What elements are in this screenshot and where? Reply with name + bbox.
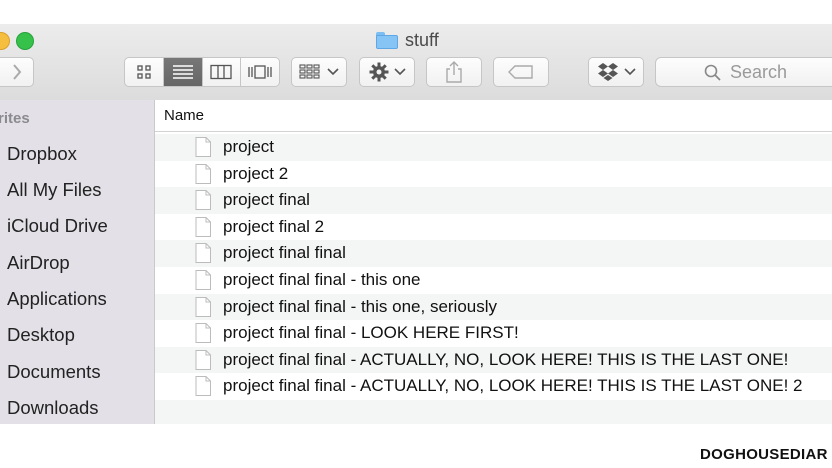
file-name: project final final - this one (223, 270, 421, 289)
file-row[interactable]: project final 2 (155, 214, 832, 241)
dropbox-icon (597, 63, 618, 81)
sidebar: rites Dropbox All My Files iCloud Drive … (0, 100, 155, 424)
sidebar-item-documents[interactable]: Documents (7, 361, 101, 383)
empty-row (155, 400, 832, 424)
chevron-down-icon (393, 68, 406, 76)
gear-icon (369, 62, 388, 82)
file-list: Name project project 2 project final pro… (155, 100, 832, 424)
document-icon (195, 296, 211, 317)
dropbox-button[interactable] (588, 57, 644, 87)
forward-button[interactable] (0, 57, 34, 87)
search-icon (704, 64, 721, 81)
share-button[interactable] (426, 57, 482, 87)
tag-icon (508, 65, 533, 79)
share-icon (446, 61, 462, 83)
file-name: project final (223, 190, 310, 210)
file-row[interactable]: project final final (155, 240, 832, 267)
arrange-grid-icon (299, 64, 320, 79)
file-name: project final final - this one, seriousl… (223, 296, 498, 316)
list-lines-icon (172, 65, 193, 79)
file-name: project final 2 (223, 216, 325, 236)
document-icon (195, 323, 211, 344)
watermark: DOGHOUSEDIAR (700, 446, 828, 463)
sidebar-item-downloads[interactable]: Downloads (7, 397, 99, 419)
document-icon (195, 349, 211, 370)
icon-view-button[interactable] (125, 58, 164, 86)
file-name: project final final - ACTUALLY, NO, LOOK… (223, 376, 803, 396)
sidebar-item-airdrop[interactable]: AirDrop (7, 252, 70, 274)
search-placeholder: Search (730, 62, 788, 82)
chevron-right-icon (13, 64, 22, 80)
tag-button[interactable] (493, 57, 549, 87)
coverflow-view-button[interactable] (241, 58, 279, 86)
sidebar-item-applications[interactable]: Applications (7, 288, 107, 310)
list-view-button[interactable] (163, 58, 203, 86)
sidebar-section-favorites: rites (0, 110, 30, 127)
arrange-button[interactable] (291, 57, 347, 87)
file-row[interactable]: project final final - this one (155, 267, 832, 294)
chevron-down-icon (327, 68, 339, 76)
file-row[interactable]: project final final - ACTUALLY, NO, LOOK… (155, 346, 832, 374)
document-icon (195, 270, 211, 290)
search-field[interactable]: Search (655, 57, 832, 87)
file-row[interactable]: project final final - this one, seriousl… (155, 293, 832, 321)
action-button[interactable] (359, 57, 415, 87)
sidebar-item-desktop[interactable]: Desktop (7, 324, 75, 346)
title-toolbar: stuff Search (0, 24, 832, 101)
file-name: project final final - LOOK HERE FIRST! (223, 323, 519, 343)
zoom-button[interactable] (16, 32, 34, 50)
document-icon (195, 216, 211, 237)
icon-grid-icon (137, 65, 151, 79)
file-row[interactable]: project final final - LOOK HERE FIRST! (155, 320, 832, 347)
minimize-button[interactable] (0, 32, 10, 50)
column-header: Name (155, 100, 832, 132)
file-row[interactable]: project final (155, 187, 832, 214)
document-icon (195, 376, 211, 397)
chevron-down-icon (623, 68, 636, 76)
file-name: project final final (223, 243, 346, 263)
sidebar-item-all-my-files[interactable]: All My Files (7, 179, 102, 201)
file-row[interactable]: project final final - ACTUALLY, NO, LOOK… (155, 373, 832, 400)
sidebar-item-icloud-drive[interactable]: iCloud Drive (7, 215, 108, 237)
window-title: stuff (376, 29, 439, 51)
document-icon (195, 243, 211, 264)
sidebar-item-dropbox[interactable]: Dropbox (7, 143, 77, 165)
file-name: project (223, 137, 275, 156)
file-name: project 2 (223, 163, 289, 183)
document-icon (195, 190, 211, 211)
column-header-name[interactable]: Name (164, 107, 204, 124)
file-name: project final final - ACTUALLY, NO, LOOK… (223, 349, 789, 369)
document-icon (195, 163, 211, 184)
file-row[interactable]: project (155, 134, 832, 161)
view-mode-group (124, 57, 280, 87)
finder-window: stuff Search rites Dropbox All My Files … (0, 24, 832, 424)
column-view-button[interactable] (203, 58, 242, 86)
columns-icon (210, 64, 233, 80)
coverflow-icon (248, 65, 272, 79)
document-icon (195, 137, 211, 157)
window-title-text: stuff (405, 29, 439, 50)
file-row[interactable]: project 2 (155, 161, 832, 188)
folder-icon (376, 31, 398, 49)
